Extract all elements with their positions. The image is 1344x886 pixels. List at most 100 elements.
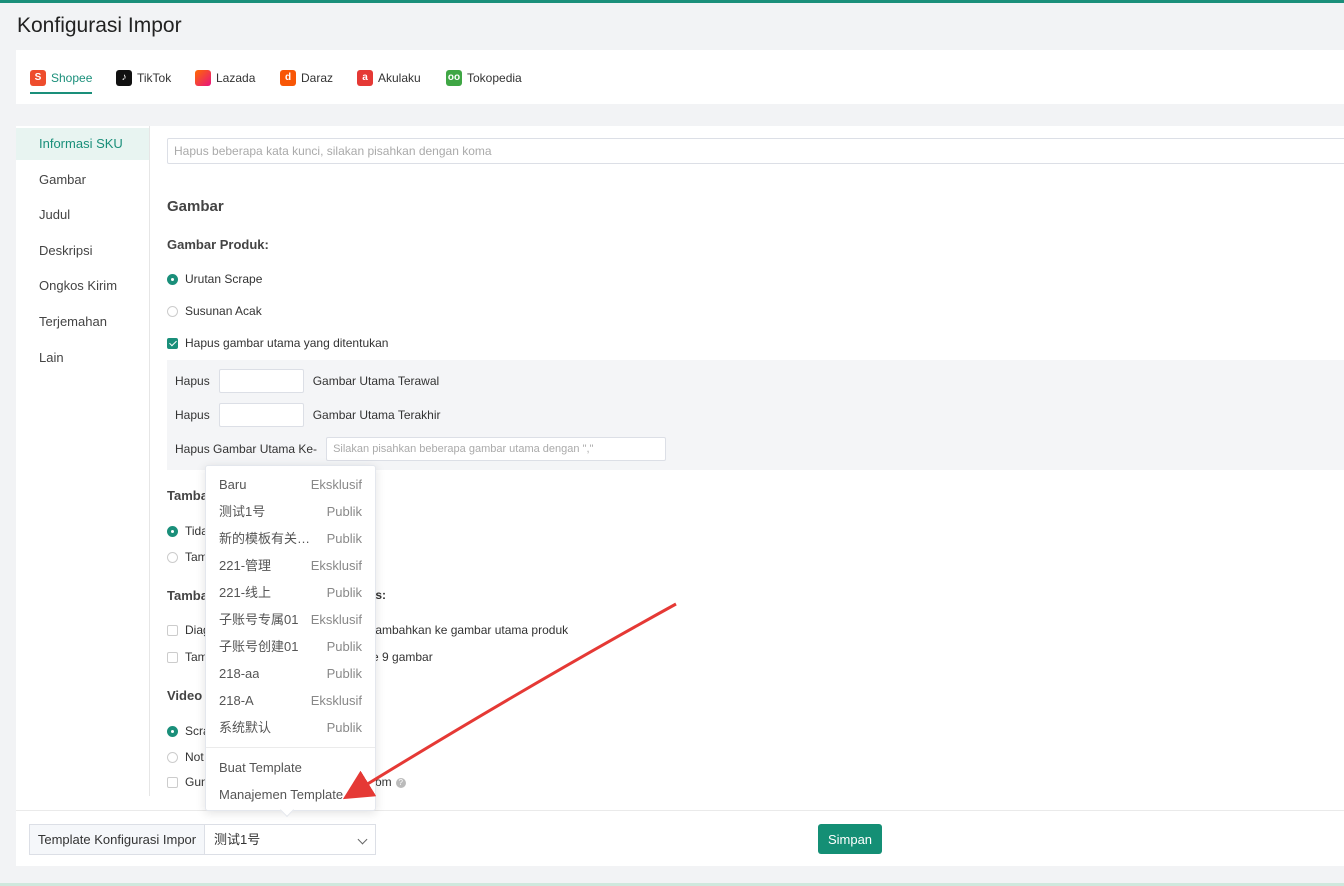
dropdown-item[interactable]: 测试1号 Publik: [206, 498, 375, 525]
item-tag: Eksklusif: [310, 477, 362, 492]
radio-selected[interactable]: [167, 525, 178, 537]
tab-shopee[interactable]: S Shopee: [30, 66, 93, 94]
shopee-bag-icon: S: [30, 70, 46, 86]
radio-unselected[interactable]: [167, 305, 178, 317]
item-name: 系统默认: [219, 720, 272, 735]
dropdown-item[interactable]: 子账号专属01 Eksklusif: [206, 606, 375, 633]
dropdown-item[interactable]: 218-A Eksklusif: [206, 687, 375, 714]
option-scrape-order[interactable]: Urutan Scrape: [167, 272, 262, 286]
create-template-action[interactable]: Buat Template: [219, 760, 302, 775]
remove-first-count-input[interactable]: [218, 369, 304, 393]
checkbox-unchecked[interactable]: [167, 776, 178, 788]
tab-label: Shopee: [51, 71, 93, 85]
tokopedia-owl-icon: oo: [446, 70, 462, 86]
item-name: 221-线上: [219, 585, 272, 600]
item-name: 子账号专属01: [219, 612, 299, 627]
dropdown-item[interactable]: 221-线上 Publik: [206, 579, 375, 606]
video-section-label: Video: [167, 688, 203, 703]
checkbox-checked[interactable]: [167, 337, 178, 349]
option-label: Urutan Scrape: [185, 272, 263, 286]
partial-radio-row[interactable]: Tida: [167, 524, 208, 538]
template-select-value: 测试1号: [214, 832, 261, 847]
item-name: 新的模板有关键字: [219, 531, 319, 546]
remove-nth-row: Hapus Gambar Utama Ke-: [175, 437, 667, 461]
row-label: Hapus: [175, 408, 210, 422]
template-dropdown-menu: Baru Eksklusif 测试1号 Publik 新的模板有关键字 Publik …: [205, 465, 376, 811]
dropdown-item[interactable]: 218-aa Publik: [206, 660, 375, 687]
item-name: 测试1号: [219, 504, 266, 519]
item-tag: Publik: [326, 666, 362, 681]
nav-item-gambar[interactable]: Gambar: [16, 164, 149, 196]
template-config-label: Template Konfigurasi Impor: [29, 824, 205, 855]
radio-unselected[interactable]: [167, 551, 178, 563]
video-radio-row[interactable]: Not: [167, 750, 204, 764]
row-label: Gambar Utama Terawal: [312, 374, 440, 388]
tab-akulaku[interactable]: a Akulaku: [357, 66, 421, 90]
partial-check-row[interactable]: Tam: [167, 650, 208, 664]
radio-unselected[interactable]: [167, 751, 178, 763]
item-tag: Publik: [326, 639, 362, 654]
item-tag: Publik: [326, 720, 362, 735]
option-label: Hapus gambar utama yang ditentukan: [185, 336, 389, 350]
top-accent-line: [0, 0, 1344, 3]
radio-selected[interactable]: [167, 725, 178, 737]
option-random-order[interactable]: Susunan Acak: [167, 304, 262, 318]
option-remove-main-image[interactable]: Hapus gambar utama yang ditentukan: [167, 336, 388, 350]
row-label: Hapus Gambar Utama Ke-: [175, 442, 318, 456]
item-tag: Eksklusif: [310, 693, 362, 708]
item-name: Baru: [219, 477, 247, 492]
tab-lazada[interactable]: Lazada: [195, 66, 255, 90]
remove-first-row: Hapus Gambar Utama Terawal: [175, 369, 439, 393]
nav-item-terjemahan[interactable]: Terjemahan: [16, 306, 149, 338]
row-label: Hapus: [175, 374, 210, 388]
dropdown-item[interactable]: 系统默认 Publik: [206, 714, 375, 741]
product-image-label: Gambar Produk:: [167, 237, 269, 252]
nav-item-judul[interactable]: Judul: [16, 199, 149, 231]
checkbox-unchecked[interactable]: [167, 651, 178, 663]
tab-daraz[interactable]: d Daraz: [280, 66, 333, 90]
video-radio-row[interactable]: Scra: [167, 724, 210, 738]
partial-check-row[interactable]: Diag: [167, 623, 210, 637]
option-label: Susunan Acak: [185, 304, 262, 318]
dropdown-divider: [206, 747, 375, 748]
tab-label: Akulaku: [378, 71, 421, 85]
item-tag: Publik: [326, 531, 362, 546]
checkbox-unchecked[interactable]: [167, 624, 178, 636]
remove-keywords-input[interactable]: [167, 138, 1344, 164]
row-label: Gambar Utama Terakhir: [312, 408, 441, 422]
tab-label: Tokopedia: [467, 71, 522, 85]
dropdown-item[interactable]: 子账号创建01 Publik: [206, 633, 375, 660]
remove-last-count-input[interactable]: [218, 403, 304, 427]
dropdown-item[interactable]: Baru Eksklusif: [206, 471, 375, 498]
radio-selected[interactable]: [167, 273, 178, 285]
tab-tiktok[interactable]: ♪ TikTok: [116, 66, 171, 90]
remove-last-row: Hapus Gambar Utama Terakhir: [175, 403, 441, 427]
tab-label: Daraz: [301, 71, 334, 85]
nav-item-lain[interactable]: Lain: [16, 342, 149, 374]
lazada-heart-icon: [195, 70, 211, 86]
partial-radio-row[interactable]: Tam: [167, 550, 208, 564]
tab-label: Lazada: [216, 71, 256, 85]
section-title-gambar: Gambar: [167, 198, 224, 215]
template-select[interactable]: 测试1号: [204, 824, 376, 855]
item-tag: Publik: [326, 585, 362, 600]
help-question-icon[interactable]: ?: [395, 777, 406, 788]
nav-item-deskripsi[interactable]: Deskripsi: [16, 235, 149, 267]
option-label: Not: [185, 750, 204, 764]
item-tag: Publik: [326, 504, 362, 519]
video-check-row[interactable]: Gun: [167, 775, 208, 789]
item-name: 221-管理: [219, 558, 272, 573]
video-text-tail: om?: [375, 775, 406, 789]
remove-nth-input[interactable]: [326, 437, 667, 461]
save-button[interactable]: Simpan: [818, 824, 882, 854]
nav-item-ongkos-kirim[interactable]: Ongkos Kirim: [16, 270, 149, 302]
dropdown-item[interactable]: 221-管理 Eksklusif: [206, 552, 375, 579]
remove-main-image-panel: Hapus Gambar Utama Terawal Hapus Gambar …: [167, 360, 1344, 470]
footer-bar: Template Konfigurasi Impor 测试1号 Simpan: [16, 810, 1344, 866]
item-name: 218-A: [219, 693, 254, 708]
dropdown-item[interactable]: 新的模板有关键字 Publik: [206, 525, 375, 552]
tab-tokopedia[interactable]: oo Tokopedia: [446, 66, 522, 90]
nav-item-informasi-sku[interactable]: Informasi SKU: [16, 128, 149, 160]
manage-template-action[interactable]: Manajemen Template: [219, 787, 343, 802]
partial-text-tail: tambahkan ke gambar utama produk: [372, 623, 569, 637]
